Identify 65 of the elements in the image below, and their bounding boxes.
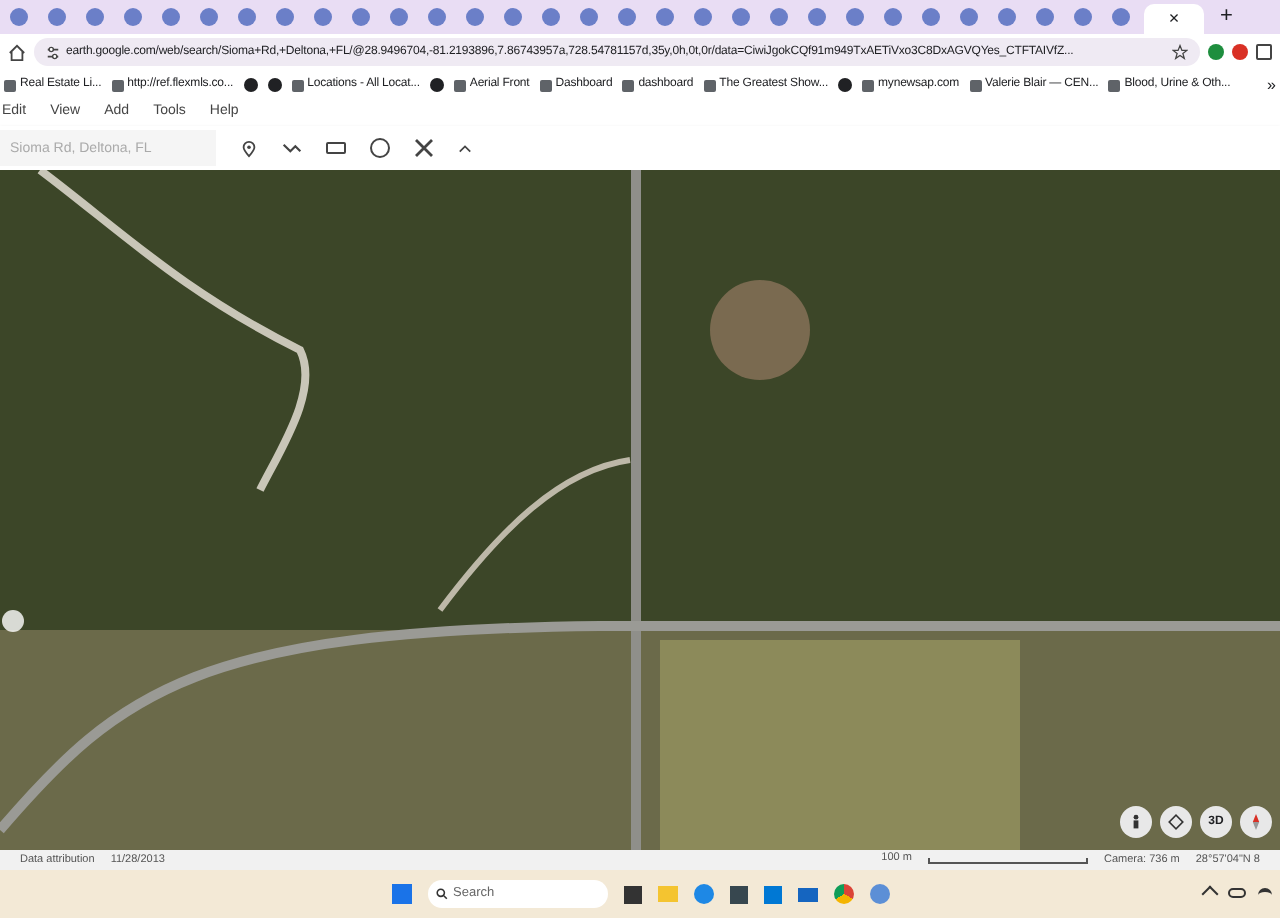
more-bookmarks-button[interactable]: » [1267, 73, 1276, 97]
search-icon [435, 888, 447, 900]
favicon-icon [694, 8, 712, 26]
bookmark-favicon-icon [539, 79, 552, 91]
favicon-icon [428, 8, 446, 26]
chrome-icon[interactable] [833, 884, 853, 904]
home-icon[interactable] [8, 43, 26, 61]
bookmark-favicon-icon [622, 79, 635, 91]
bookmark-favicon-icon [862, 79, 875, 91]
bookmark-favicon-icon [969, 79, 982, 91]
favicon-icon [884, 8, 902, 26]
aerial-map-drawing[interactable] [0, 170, 1280, 850]
site-settings-icon[interactable] [46, 45, 60, 59]
browser-icon[interactable] [693, 884, 713, 904]
close-tab-button[interactable]: × [1168, 10, 1180, 28]
bookmark-favicon-icon [453, 79, 466, 91]
favicon-icon [504, 8, 522, 26]
path-icon[interactable] [282, 140, 302, 156]
star-icon[interactable] [1172, 44, 1188, 60]
favicon-icon [124, 8, 142, 26]
earth-icon[interactable] [869, 884, 889, 904]
tools-icon[interactable] [414, 138, 434, 158]
bookmark-favicon-icon [4, 79, 16, 91]
ruler-icon[interactable] [326, 142, 346, 154]
new-tab-button[interactable]: + [1220, 6, 1233, 28]
bookmark-favicon-icon [1108, 79, 1121, 91]
favicon-icon [846, 8, 864, 26]
favicon-icon [1036, 8, 1054, 26]
favicon-icon [732, 8, 750, 26]
favicon-icon [998, 8, 1016, 26]
favicon-icon [314, 8, 332, 26]
favicon-icon [618, 8, 636, 26]
bookmark-favicon-icon [111, 79, 124, 91]
globe-icon[interactable] [429, 78, 444, 92]
cloud-icon[interactable] [1228, 888, 1246, 898]
favicon-icon [276, 8, 294, 26]
favicon-icon [200, 8, 218, 26]
bookmark-favicon-icon [703, 79, 716, 91]
browser-tab[interactable]: × [1144, 4, 1204, 34]
favicon-icon [86, 8, 104, 26]
favicon-icon [390, 8, 408, 26]
favicon-icon [162, 8, 180, 26]
favicon-icon [10, 8, 28, 26]
favicon-icon [656, 8, 674, 26]
favicon-icon [1074, 8, 1092, 26]
favicon-icon [238, 8, 256, 26]
windows-start-icon[interactable] [391, 884, 411, 904]
favicon-icon [580, 8, 598, 26]
favicon-icon [352, 8, 370, 26]
favicon-icon [922, 8, 940, 26]
favicon-icon [466, 8, 484, 26]
globe-icon[interactable] [838, 78, 853, 92]
favicon-icon [542, 8, 560, 26]
app-icon[interactable] [623, 885, 641, 903]
mail-icon[interactable] [797, 887, 817, 901]
bookmark-favicon-icon [291, 79, 304, 91]
location-pin-icon[interactable] [240, 139, 258, 157]
scale-bar-icon [927, 857, 1088, 863]
history-icon[interactable] [370, 138, 390, 158]
favicon-icon [808, 8, 826, 26]
favicon-icon [1112, 8, 1130, 26]
favicon-icon [48, 8, 66, 26]
favicon-icon [960, 8, 978, 26]
chevron-up-icon[interactable] [458, 143, 472, 153]
favicon-icon [770, 8, 788, 26]
